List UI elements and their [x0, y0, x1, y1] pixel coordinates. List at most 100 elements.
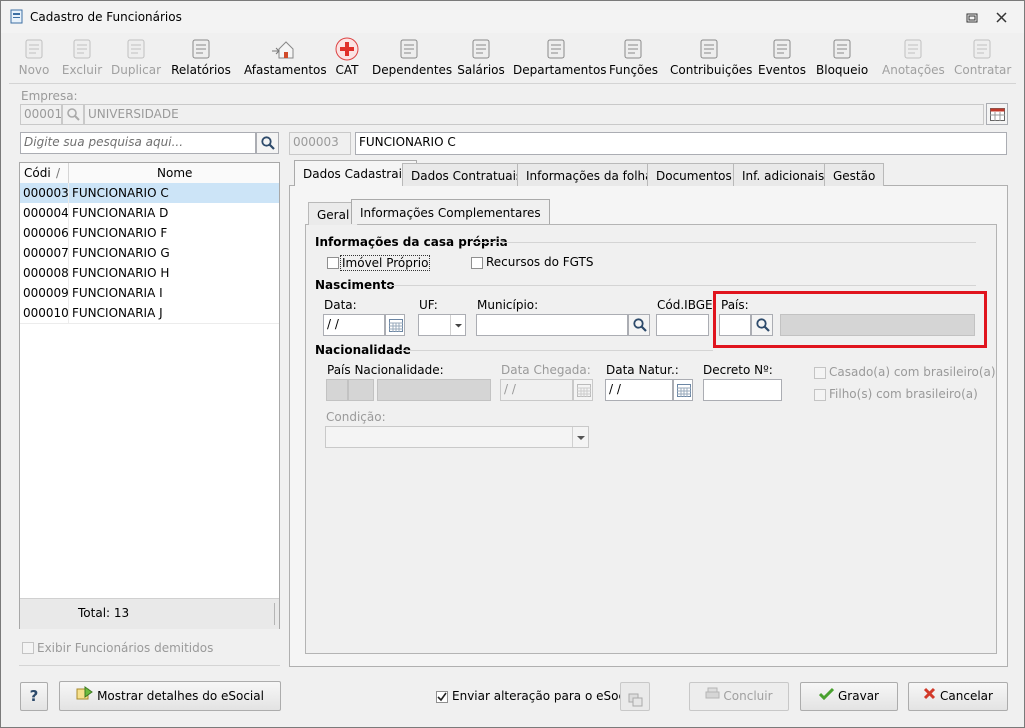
chevron-down-icon	[572, 427, 589, 447]
esocial-send-button	[620, 682, 650, 711]
list-icon	[770, 37, 794, 59]
contract-icon	[970, 37, 994, 59]
pais-nacionalidade-label: País Nacionalidade:	[327, 363, 444, 377]
municipio-label: Município:	[477, 298, 539, 312]
search-button[interactable]	[256, 132, 279, 154]
municipio-field[interactable]	[476, 314, 628, 336]
show-dismissed-checkbox[interactable]	[22, 642, 34, 654]
table-row[interactable]: 000008 FUNCIONARIO H	[20, 263, 279, 284]
nascimento-title: Nascimento	[315, 278, 395, 292]
empresa-code-field: 00001	[20, 104, 62, 125]
table-row[interactable]: 000006 FUNCIONARIO F	[20, 223, 279, 244]
empresa-name-field: UNIVERSIDADE	[84, 104, 984, 125]
note-check-icon	[901, 37, 925, 59]
gravar-button[interactable]: Gravar	[800, 682, 898, 711]
toolbar-button-cat[interactable]: CAT	[331, 35, 363, 81]
grid-header-name[interactable]: Nome	[157, 166, 192, 180]
data-natur-calendar[interactable]	[673, 379, 693, 401]
ibge-label: Cód.IBGE:	[657, 298, 717, 312]
toolbar-button-label: Contratar	[954, 63, 1012, 77]
imovel-proprio-label: Imóvel Próprio	[340, 255, 431, 271]
window-title: Cadastro de Funcionários	[30, 10, 182, 24]
toolbar-button-label: Salários	[457, 63, 505, 77]
toolbar-button-duplicar: Duplicar	[111, 35, 161, 81]
cancel-x-icon	[923, 683, 936, 710]
tab-dados-contratuais[interactable]: Dados Contratuais	[402, 163, 532, 186]
row-name: FUNCIONARIO G	[72, 246, 170, 260]
employee-name-field[interactable]: FUNCIONARIO C	[355, 132, 1007, 155]
toolbar-button-dependentes[interactable]: Dependentes	[372, 35, 453, 81]
empresa-calendar-button[interactable]	[986, 103, 1008, 125]
grid-total: Total: 13	[78, 606, 130, 620]
condicao-select	[325, 426, 589, 448]
row-code: 000007	[23, 246, 69, 260]
data-nascimento-calendar[interactable]	[385, 314, 405, 336]
table-row[interactable]: 000009 FUNCIONARIA I	[20, 283, 279, 304]
calendar-icon	[677, 384, 691, 400]
tab-documentos[interactable]: Documentos	[647, 163, 741, 186]
employee-code-field: 000003	[289, 132, 351, 155]
table-row[interactable]: 000007 FUNCIONARIO G	[20, 243, 279, 264]
tab-label: Informações Complementares	[360, 206, 541, 220]
decreto-field[interactable]	[703, 379, 782, 401]
row-code: 000006	[23, 226, 69, 240]
row-name: FUNCIONARIO F	[72, 226, 168, 240]
casado-brasileiro-checkbox	[814, 367, 826, 379]
help-button[interactable]: ?	[20, 682, 48, 711]
trash-icon	[70, 37, 94, 59]
toolbar-button-departamentos[interactable]: Departamentos	[513, 35, 607, 81]
grid-header-code[interactable]: Códi	[24, 166, 51, 180]
close-icon[interactable]	[996, 12, 1007, 23]
condicao-label: Condição:	[326, 410, 386, 424]
casado-brasileiro-label: Casado(a) com brasileiro(a)	[829, 365, 996, 379]
municipio-search-button[interactable]	[628, 314, 650, 336]
toolbar-button-eventos[interactable]: Eventos	[758, 35, 806, 81]
empresa-label: Empresa:	[21, 89, 78, 103]
ibge-field[interactable]	[656, 314, 709, 336]
toolbar-button-funcoes[interactable]: Funções	[609, 35, 658, 81]
toolbar-button-contribuicoes[interactable]: Contribuições	[670, 35, 752, 81]
tab-gestao[interactable]: Gestão	[824, 163, 885, 186]
cancelar-button[interactable]: Cancelar	[908, 682, 1008, 711]
row-name: FUNCIONARIO C	[72, 186, 169, 200]
table-row[interactable]: 000010 FUNCIONARIA J	[20, 303, 279, 324]
stack-icon	[628, 690, 644, 717]
row-code: 000009	[23, 286, 69, 300]
desk-icon	[544, 37, 568, 59]
search-input[interactable]: Digite sua pesquisa aqui...	[20, 132, 256, 154]
chevron-down-icon[interactable]	[450, 315, 466, 335]
data-nascimento-field[interactable]: / /	[323, 314, 385, 336]
toolbar-button-afastamentos[interactable]: Afastamentos	[244, 35, 327, 81]
tab-informacoes-folha[interactable]: Informações da folha	[517, 163, 662, 186]
group-icon	[697, 37, 721, 59]
tab-label: Dados Contratuais	[411, 169, 523, 183]
row-code: 000004	[23, 206, 69, 220]
tab-inf-adicionais[interactable]: Inf. adicionais	[733, 163, 834, 186]
restore-icon[interactable]	[966, 12, 978, 23]
esocial-details-button[interactable]: Mostrar detalhes do eSocial	[59, 681, 281, 711]
printer-icon	[705, 683, 720, 710]
toolbar-button-label: Dependentes	[372, 63, 453, 77]
table-row[interactable]: 000004 FUNCIONARIA D	[20, 203, 279, 224]
house-arrow-icon	[271, 37, 295, 59]
tab-dados-cadastrais[interactable]: Dados Cadastrais	[294, 160, 418, 186]
pais-code-field[interactable]	[719, 314, 751, 336]
recursos-fgts-checkbox[interactable]	[471, 257, 483, 269]
tab-informacoes-complementares[interactable]: Informações Complementares	[351, 199, 550, 224]
toolbar-button-bloqueio[interactable]: Bloqueio	[816, 35, 868, 81]
table-row[interactable]: 000003 FUNCIONARIO C	[20, 183, 279, 204]
send-change-label: Enviar alteração para o eSocial	[452, 689, 640, 703]
calendar-icon	[577, 384, 591, 400]
grid-footer: Total: 13	[20, 598, 279, 629]
pais-search-button[interactable]	[751, 314, 773, 336]
toolbar-button-salarios[interactable]: Salários	[456, 35, 506, 81]
sort-icon: /	[56, 166, 61, 180]
filhos-brasileiro-checkbox	[814, 389, 826, 401]
uf-label: UF:	[419, 298, 438, 312]
send-change-checkbox[interactable]	[436, 691, 448, 703]
data-natur-field[interactable]: / /	[605, 379, 673, 401]
toolbar-button-relatorios[interactable]: Relatórios	[171, 35, 231, 81]
data-chegada-calendar	[573, 379, 593, 401]
imovel-proprio-checkbox[interactable]	[327, 257, 339, 269]
toolbar-button-contratar: Contratar	[954, 35, 1012, 81]
